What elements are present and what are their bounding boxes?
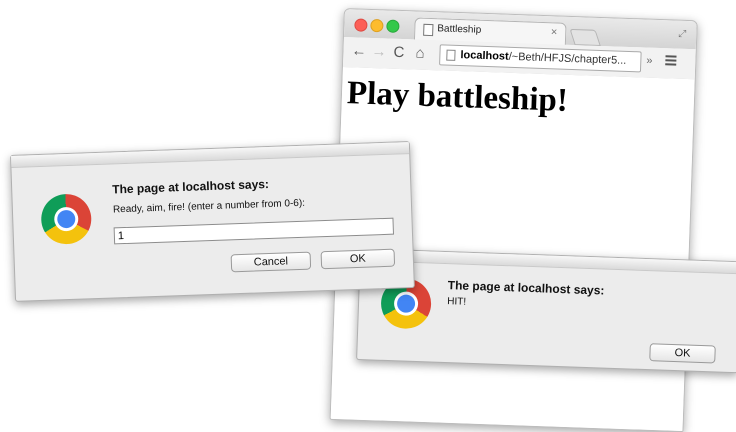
fullscreen-icon[interactable]: ⤢ [678,29,686,40]
prompt-input[interactable] [113,217,395,245]
ok-button[interactable]: OK [320,248,396,270]
reload-icon[interactable]: C [393,44,404,61]
url-text: localhost/~Beth/HFJS/chapter5... [460,49,626,67]
extensions-icon[interactable]: » [646,55,653,67]
close-window-icon[interactable] [354,18,368,32]
prompt-message: Ready, aim, fire! (enter a number from 0… [112,197,306,216]
page-icon [423,23,434,37]
forward-icon[interactable]: → [371,43,387,61]
alert-title: The page at localhost says: [447,278,605,298]
alert-message: HIT! [446,296,467,308]
url-host: localhost [460,49,509,63]
chrome-logo-icon [40,193,93,245]
ok-button[interactable]: OK [649,343,716,364]
prompt-dialog: The page at localhost says: Ready, aim, … [10,141,415,302]
zoom-window-icon[interactable] [386,19,400,33]
minimize-window-icon[interactable] [370,18,384,33]
back-icon[interactable]: ← [351,42,367,60]
url-path: /~Beth/HFJS/chapter5... [508,50,627,67]
home-icon[interactable]: ⌂ [415,45,425,62]
tab-title: Battleship [437,23,482,36]
cancel-button[interactable]: Cancel [230,251,312,273]
menu-icon[interactable] [665,53,677,67]
page-heading: Play battleship! [346,75,569,119]
address-bar[interactable]: localhost/~Beth/HFJS/chapter5... [439,44,642,73]
page-icon [446,49,456,61]
new-tab-button[interactable] [569,28,601,46]
prompt-title: The page at localhost says: [112,176,270,197]
close-tab-icon[interactable]: × [551,26,558,38]
dialog-topbar [11,142,410,168]
